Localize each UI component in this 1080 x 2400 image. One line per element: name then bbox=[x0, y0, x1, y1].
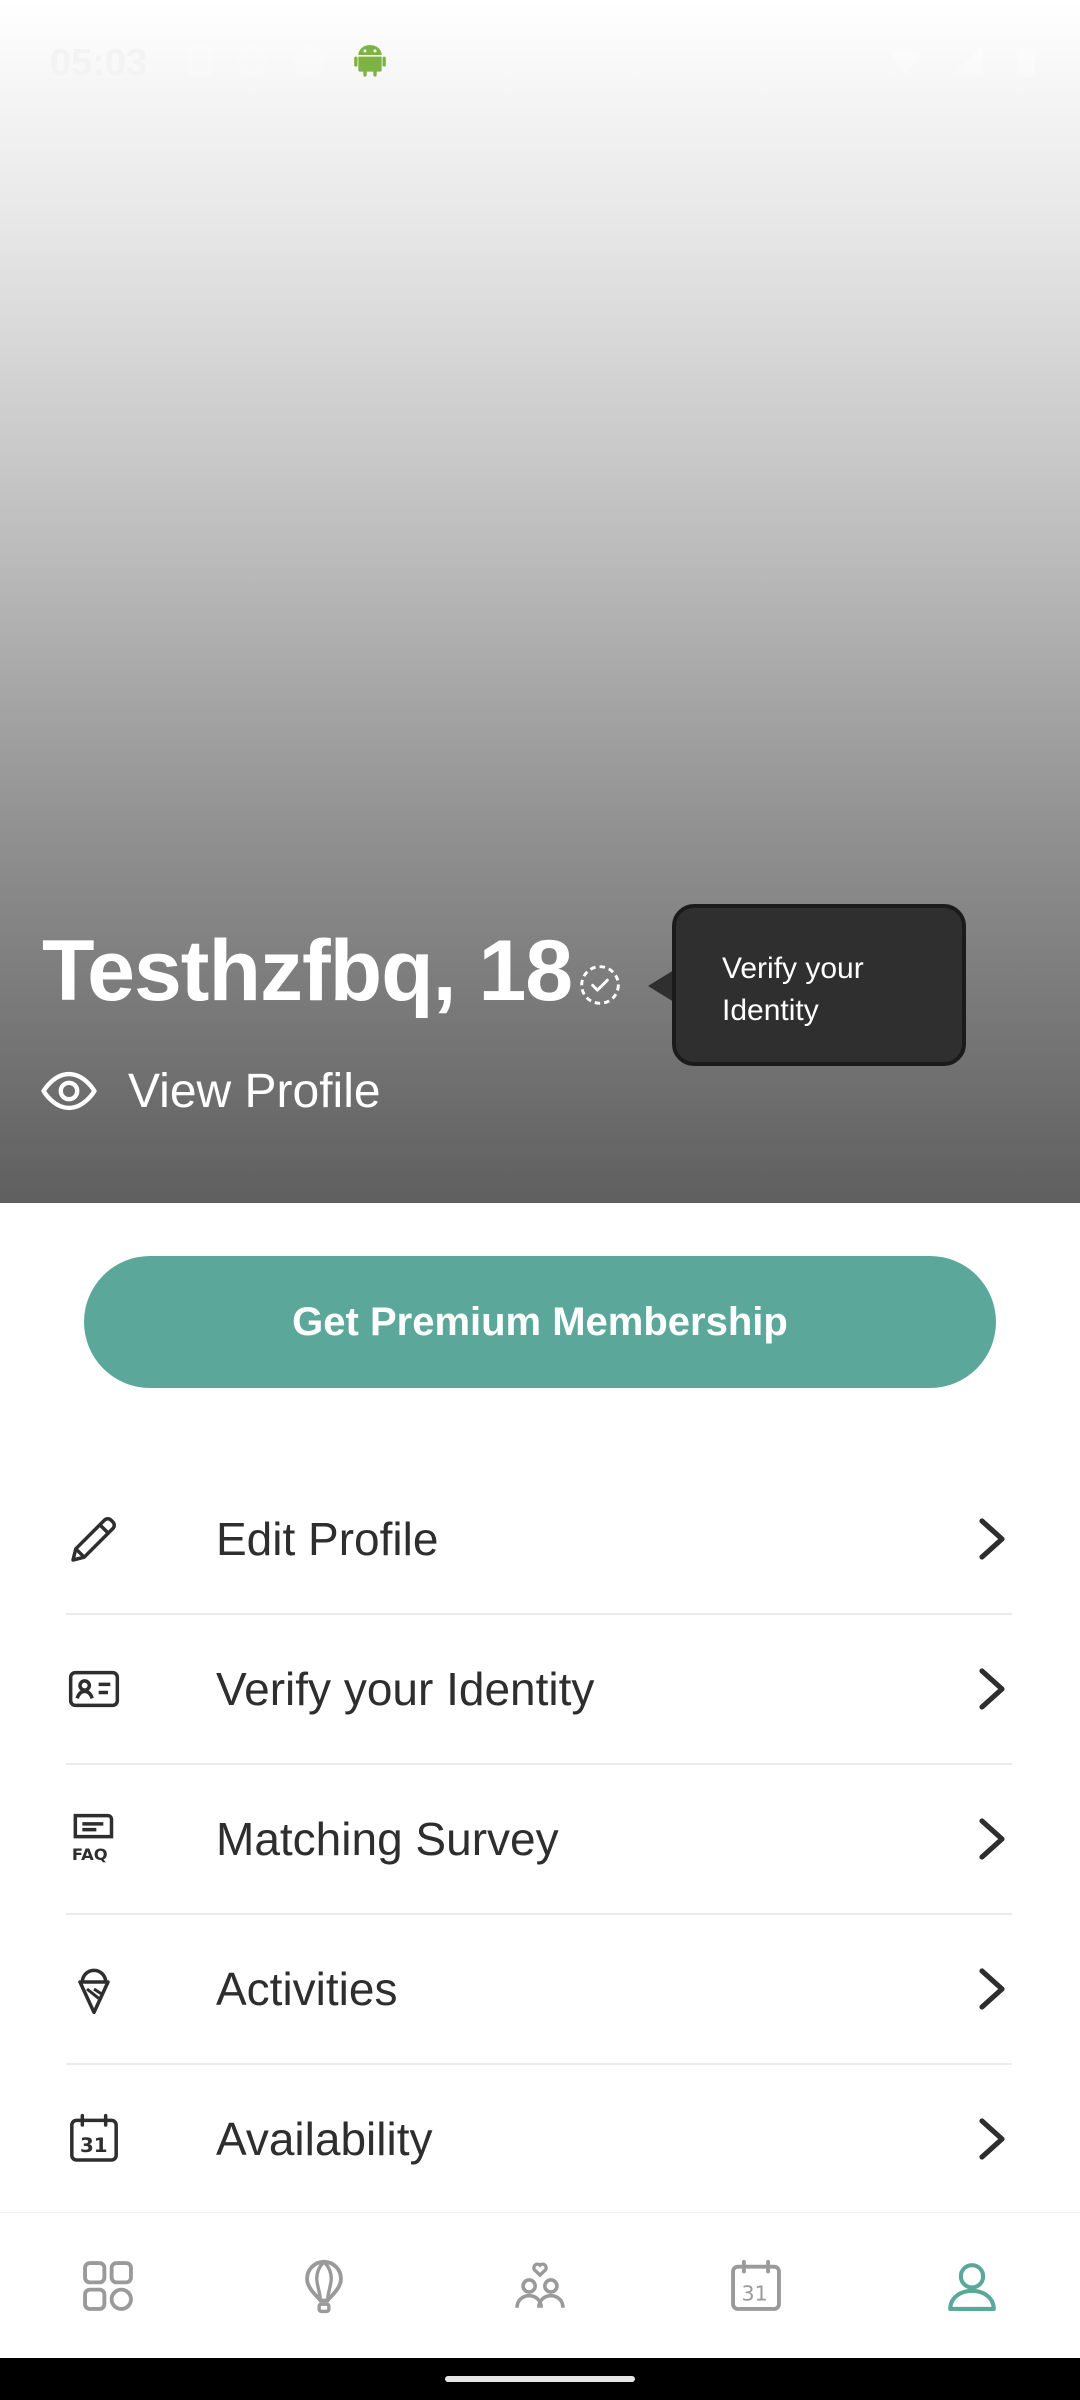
menu-item-matching-survey[interactable]: FAQ Matching Survey bbox=[66, 1765, 1012, 1915]
verify-tooltip[interactable]: Verify your Identity bbox=[672, 904, 966, 1066]
nav-explore[interactable] bbox=[264, 2226, 384, 2346]
svg-text:31: 31 bbox=[80, 2134, 108, 2157]
system-navigation-bar bbox=[0, 2358, 1080, 2400]
chevron-right-icon bbox=[979, 2118, 1005, 2160]
pencil-icon bbox=[71, 1517, 116, 1562]
notification-icon bbox=[237, 45, 267, 75]
wifi-icon bbox=[891, 49, 921, 74]
status-bar: 05:03 bbox=[0, 0, 1080, 120]
svg-text:31: 31 bbox=[742, 2281, 768, 2305]
nav-home[interactable] bbox=[48, 2226, 168, 2346]
menu-item-verify-identity[interactable]: Verify your Identity bbox=[66, 1615, 1012, 1765]
balloon-icon bbox=[305, 2259, 343, 2313]
bottom-navigation: 31 bbox=[0, 2212, 1080, 2358]
chevron-right-icon bbox=[979, 1518, 1005, 1560]
get-premium-button[interactable]: Get Premium Membership bbox=[84, 1256, 996, 1388]
ice-cream-icon bbox=[78, 1968, 110, 2015]
svg-text:FAQ: FAQ bbox=[72, 1845, 108, 1864]
eye-icon bbox=[41, 1071, 97, 1111]
nav-matches[interactable] bbox=[480, 2226, 600, 2346]
calendar-icon: 31 bbox=[70, 2113, 118, 2162]
menu-item-availability[interactable]: 31 Availability bbox=[66, 2065, 1012, 2215]
profile-name: Testhzfbq, 18 bbox=[42, 923, 573, 1019]
menu-item-edit-profile[interactable]: Edit Profile bbox=[66, 1465, 1012, 1615]
tooltip-text: Verify your Identity bbox=[722, 952, 864, 1027]
matches-icon bbox=[515, 2262, 565, 2308]
chevron-right-icon bbox=[979, 1968, 1005, 2010]
menu-item-label: Edit Profile bbox=[216, 1513, 439, 1565]
menu-item-activities[interactable]: Activities bbox=[66, 1915, 1012, 2065]
chevron-right-icon bbox=[979, 1668, 1005, 1710]
view-profile-link[interactable]: View Profile bbox=[40, 1062, 381, 1120]
notification-icon bbox=[188, 45, 212, 75]
tooltip-arrow bbox=[648, 970, 674, 1002]
notification-icon bbox=[295, 45, 325, 75]
status-time: 05:03 bbox=[50, 42, 148, 84]
id-card-icon bbox=[68, 1670, 120, 1708]
settings-menu: Edit Profile Verify your Identity FAQ Ma… bbox=[66, 1465, 1012, 2215]
nav-calendar[interactable]: 31 bbox=[696, 2226, 816, 2346]
verification-badge-icon[interactable] bbox=[578, 963, 622, 1007]
menu-item-label: Activities bbox=[216, 1963, 398, 2015]
menu-item-label: Verify your Identity bbox=[216, 1663, 595, 1715]
faq-icon: FAQ bbox=[72, 1813, 114, 1864]
home-gesture-handle[interactable] bbox=[445, 2376, 635, 2382]
calendar-icon: 31 bbox=[731, 2259, 781, 2311]
chevron-right-icon bbox=[979, 1818, 1005, 1860]
status-indicators bbox=[888, 42, 1040, 78]
menu-item-label: Matching Survey bbox=[216, 1813, 559, 1865]
grid-icon bbox=[83, 2260, 133, 2311]
premium-button-label: Get Premium Membership bbox=[292, 1299, 788, 1344]
view-profile-label: View Profile bbox=[128, 1064, 381, 1118]
menu-item-label: Availability bbox=[216, 2113, 433, 2165]
profile-icon bbox=[948, 2262, 996, 2311]
android-icon bbox=[354, 45, 386, 77]
signal-icon bbox=[953, 45, 983, 75]
battery-icon bbox=[1017, 46, 1035, 77]
nav-profile[interactable] bbox=[912, 2226, 1032, 2346]
profile-header: 05:03 Testhzfbq, 18 Verify your Identity bbox=[0, 0, 1080, 1203]
